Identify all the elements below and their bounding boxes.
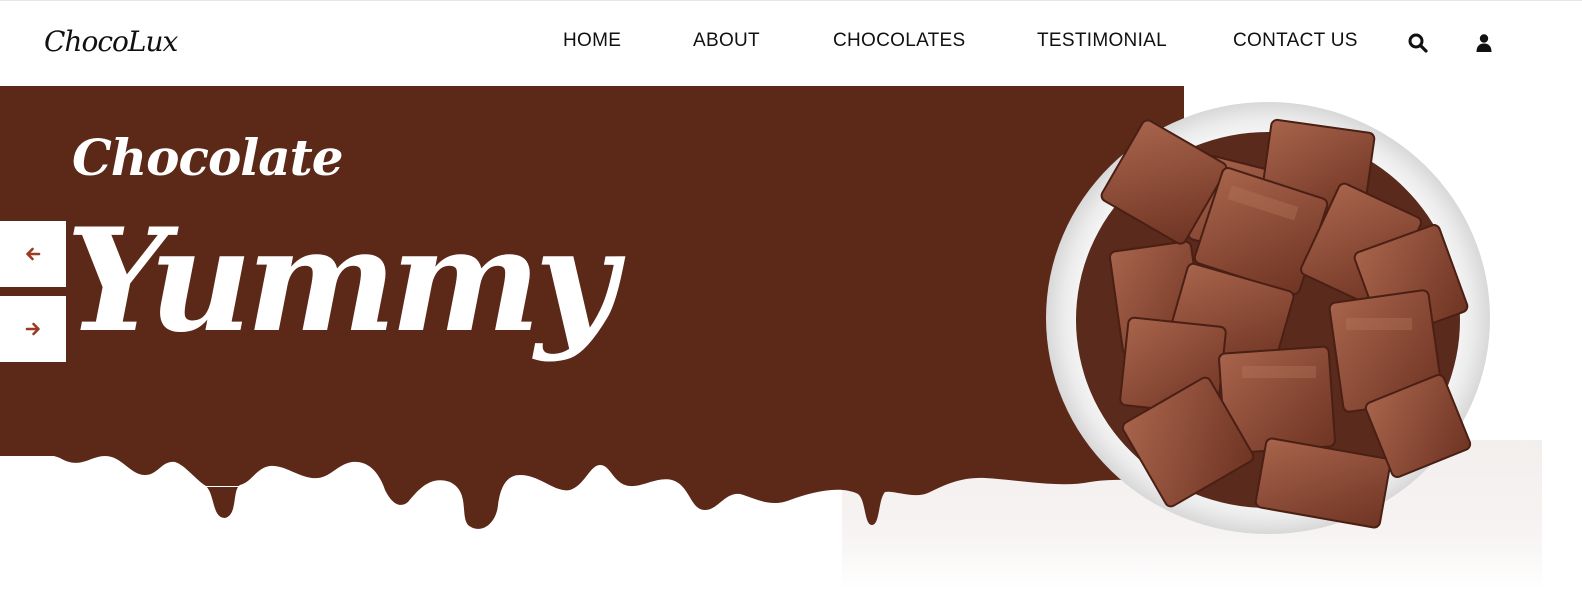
hero-subtitle: Chocolate (72, 128, 344, 187)
user-icon[interactable] (1473, 32, 1495, 54)
nav-item-contact-us[interactable]: CONTACT US (1233, 30, 1358, 52)
hero-title: Yummy (66, 198, 617, 364)
arrow-right-icon (25, 322, 40, 336)
arrow-left-icon (26, 247, 41, 261)
slider-next-button[interactable] (0, 296, 66, 362)
main-nav: HOME ABOUT CHOCOLATES TESTIMONIAL CONTAC… (0, 30, 1582, 56)
site-header: ChocoLux HOME ABOUT CHOCOLATES TESTIMONI… (0, 0, 1582, 86)
read-more-link[interactable]: Read More (106, 478, 201, 498)
nav-item-home[interactable]: HOME (563, 30, 621, 52)
nav-item-about[interactable]: ABOUT (693, 30, 760, 52)
nav-item-chocolates[interactable]: CHOCOLATES (833, 30, 966, 52)
chocolate-bowl-image (1046, 102, 1490, 534)
slider-prev-button[interactable] (0, 221, 66, 287)
nav-item-testimonial[interactable]: TESTIMONIAL (1037, 30, 1167, 52)
read-more-underline (196, 486, 240, 487)
search-icon[interactable] (1407, 32, 1429, 54)
